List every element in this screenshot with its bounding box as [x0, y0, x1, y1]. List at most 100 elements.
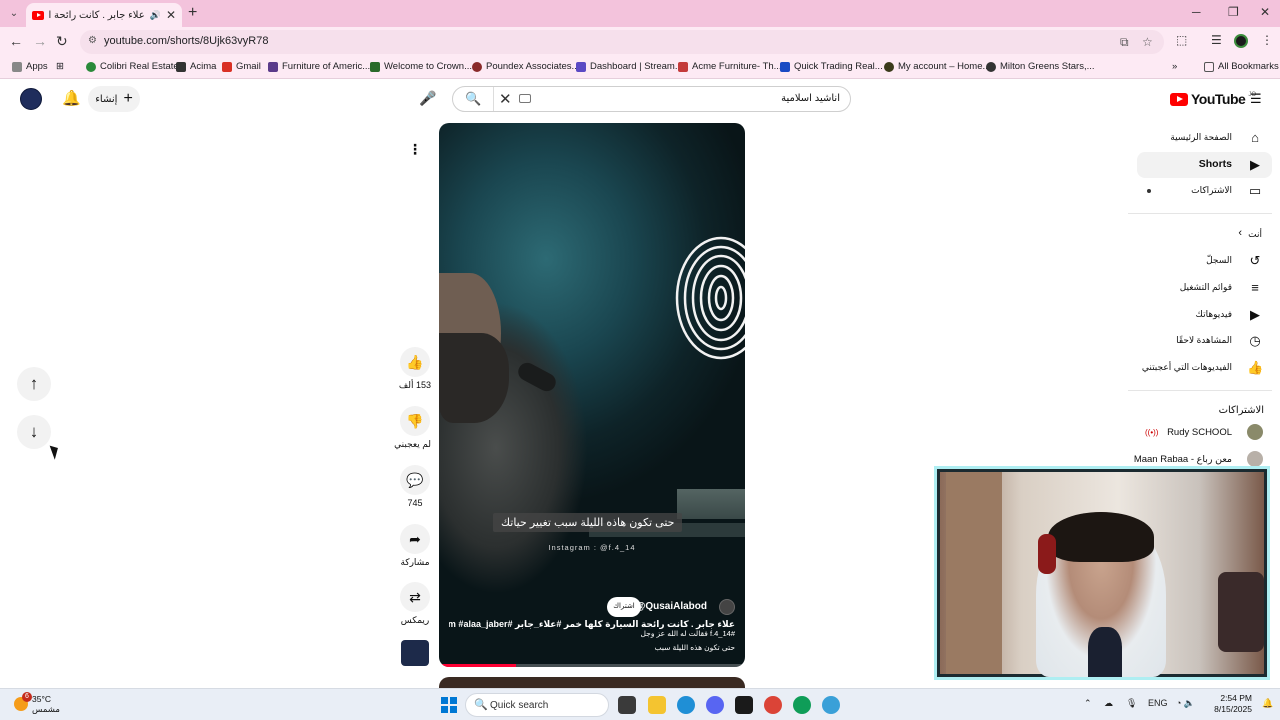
- weather-widget[interactable]: 35°C مشمس: [14, 694, 60, 714]
- guide-item-shorts[interactable]: Shorts ▶: [1137, 152, 1272, 178]
- guide-menu-icon[interactable]: ☰: [1250, 91, 1262, 107]
- remix-action[interactable]: ⇄ ريمكس: [399, 582, 431, 626]
- comments-action[interactable]: 💬 745: [399, 465, 431, 508]
- search-input[interactable]: اناشيد اسلامية: [781, 93, 840, 104]
- guide-item-home[interactable]: الصفحة الرئيسية ⌂: [1137, 125, 1272, 151]
- short-video-player[interactable]: حتى تكون هاذه الليلة سبب تغيير حياتك Ins…: [439, 123, 745, 667]
- edge-icon[interactable]: [677, 696, 695, 714]
- dislike-label: لم يعجبني: [394, 439, 431, 449]
- share-icon[interactable]: ➦: [400, 524, 430, 554]
- taskbar-search[interactable]: 🔍 Quick search: [465, 693, 609, 717]
- comment-icon[interactable]: 💬: [400, 465, 430, 495]
- browser-tab-active[interactable]: علاء جابر . كانت رائحة السيارة 🔊 ✕: [26, 3, 182, 27]
- bookmark-item[interactable]: Acme Furniture- Th...: [678, 61, 782, 72]
- profile-avatar-icon[interactable]: [1234, 34, 1248, 48]
- voice-search-mic-icon[interactable]: 🎤: [418, 86, 438, 110]
- tab-search-menu-icon[interactable]: ⌄: [6, 6, 22, 22]
- video-progress-bar[interactable]: [439, 664, 745, 667]
- video-title[interactable]: علاء جابر . كانت رائحة السيارة كلها خمر …: [449, 619, 735, 630]
- dislike-action[interactable]: 👎 لم يعجبني: [394, 406, 431, 450]
- discord-icon[interactable]: [706, 696, 724, 714]
- guide-label: الاشتراكات: [1191, 185, 1232, 195]
- close-tab-icon[interactable]: ✕: [166, 8, 176, 22]
- guide-item-history[interactable]: السجلّ ↺: [1137, 248, 1272, 274]
- bookmark-item[interactable]: Welcome to Crown...: [370, 61, 472, 72]
- more-options-icon[interactable]: ⋮: [404, 138, 426, 160]
- guide-item-playlists[interactable]: قوائم التشغيل ≡: [1137, 275, 1272, 301]
- chrome-profile-icon[interactable]: [793, 696, 811, 714]
- remix-icon[interactable]: ⇄: [400, 582, 430, 612]
- restore-icon[interactable]: ❐: [1228, 5, 1239, 19]
- bookmark-item[interactable]: Poundex Associates...: [472, 61, 579, 72]
- notifications-icon[interactable]: 🔔: [1262, 698, 1273, 709]
- forward-arrow-icon[interactable]: →: [33, 33, 47, 49]
- clock[interactable]: 2:54 PM 8/15/2025: [1212, 693, 1252, 715]
- thumbs-down-icon[interactable]: 👎: [400, 406, 430, 436]
- language-indicator[interactable]: ENG: [1148, 698, 1168, 708]
- microphone-icon[interactable]: 🎙: [1126, 698, 1137, 709]
- apps-launcher-icon[interactable]: ⊞: [56, 61, 64, 72]
- chrome-icon[interactable]: [764, 696, 782, 714]
- bookmark-item[interactable]: Furniture of Americ...: [268, 61, 370, 72]
- app-icon[interactable]: [822, 696, 840, 714]
- video-caption: حتى تكون هاذه الليلة سبب تغيير حياتك: [493, 513, 683, 532]
- url-text: youtube.com/shorts/8Ujk63vyR78: [104, 35, 269, 47]
- minimize-icon[interactable]: ─: [1192, 5, 1201, 19]
- guide-item-watch-later[interactable]: المشاهدة لاحقًا ◷: [1137, 328, 1272, 354]
- subscribe-button[interactable]: اشتراك: [607, 597, 641, 617]
- all-bookmarks[interactable]: All Bookmarks: [1204, 61, 1279, 72]
- youtube-logo[interactable]: YouTube JO: [1170, 91, 1256, 107]
- close-window-icon[interactable]: ✕: [1260, 5, 1270, 19]
- speaker-icon[interactable]: 🔊: [150, 10, 161, 21]
- start-button-icon[interactable]: [441, 697, 457, 713]
- file-explorer-icon[interactable]: [648, 696, 666, 714]
- acme-icon: [678, 61, 688, 72]
- bookmark-item[interactable]: Milton Greens Stars,...: [986, 61, 1095, 72]
- guide-item-subscriptions[interactable]: الاشتراكات ▭: [1137, 178, 1272, 204]
- wifi-volume-icon[interactable]: ◔ 🔈: [1176, 698, 1195, 709]
- thumbs-up-icon[interactable]: 👍: [400, 347, 430, 377]
- channel-name[interactable]: @QusaiAlabod: [636, 601, 707, 612]
- crown-icon: [370, 61, 380, 72]
- search-box[interactable]: 🔍 ✕ اناشيد اسلامية: [452, 86, 851, 112]
- create-button[interactable]: إنشاء +: [88, 86, 140, 112]
- bookmark-item[interactable]: Colibri Real Estate: [86, 61, 179, 72]
- channel-avatar[interactable]: [719, 599, 735, 615]
- task-view-icon[interactable]: [618, 696, 636, 714]
- share-action[interactable]: ➦ مشاركة: [399, 524, 431, 568]
- omnibox[interactable]: ⚙ youtube.com/shorts/8Ujk63vyR78 ⧉ ☆: [80, 30, 1164, 54]
- bookmark-item[interactable]: My account – Home...: [884, 61, 990, 72]
- media-controls-icon[interactable]: ☰: [1211, 33, 1222, 47]
- guide-item-your-videos[interactable]: فيديوهاتك ▶: [1137, 302, 1272, 328]
- more-bookmarks-icon[interactable]: »: [1172, 61, 1177, 72]
- bookmark-item[interactable]: Quick Trading Real...: [780, 61, 883, 72]
- account-avatar[interactable]: [20, 88, 42, 110]
- cloud-icon[interactable]: ☁: [1104, 698, 1113, 709]
- next-short-button[interactable]: ↓: [17, 415, 51, 449]
- cast-icon[interactable]: ⧉: [1120, 35, 1129, 50]
- bookmark-item[interactable]: Gmail: [222, 61, 261, 72]
- guide-item-liked[interactable]: الفيديوهات التي أعجبتني 👍: [1137, 355, 1272, 381]
- like-action[interactable]: 👍 153 ألف: [399, 347, 431, 391]
- chrome-menu-icon[interactable]: ⋮: [1261, 33, 1273, 47]
- new-tab-button[interactable]: +: [188, 4, 197, 22]
- extensions-icon[interactable]: ⬚: [1176, 33, 1187, 47]
- site-info-icon[interactable]: ⚙: [88, 35, 100, 47]
- search-icon[interactable]: 🔍: [465, 91, 481, 107]
- bookmark-item[interactable]: Acima: [176, 61, 216, 72]
- clear-search-icon[interactable]: ✕: [499, 90, 512, 108]
- back-arrow-icon[interactable]: ←: [9, 33, 23, 49]
- tray-chevron-icon[interactable]: ⌃: [1084, 698, 1092, 709]
- bookmark-item[interactable]: Dashboard | Stream...: [576, 61, 683, 72]
- subscription-item[interactable]: ((•)) Rudy SCHOOL: [1137, 420, 1272, 446]
- subscription-name: معن رباع - Maan Rabaa: [1133, 454, 1232, 465]
- reload-icon[interactable]: ↻: [56, 33, 68, 50]
- notifications-bell-icon[interactable]: 🔔: [62, 89, 81, 107]
- previous-short-button[interactable]: ↑: [17, 367, 51, 401]
- keyboard-icon[interactable]: [519, 94, 531, 103]
- bookmark-star-icon[interactable]: ☆: [1142, 35, 1153, 49]
- terminal-icon[interactable]: [735, 696, 753, 714]
- bookmark-apps[interactable]: Apps: [12, 61, 48, 72]
- guide-item-you[interactable]: أنت ‹: [1137, 222, 1272, 248]
- audio-track-thumbnail[interactable]: [401, 640, 429, 666]
